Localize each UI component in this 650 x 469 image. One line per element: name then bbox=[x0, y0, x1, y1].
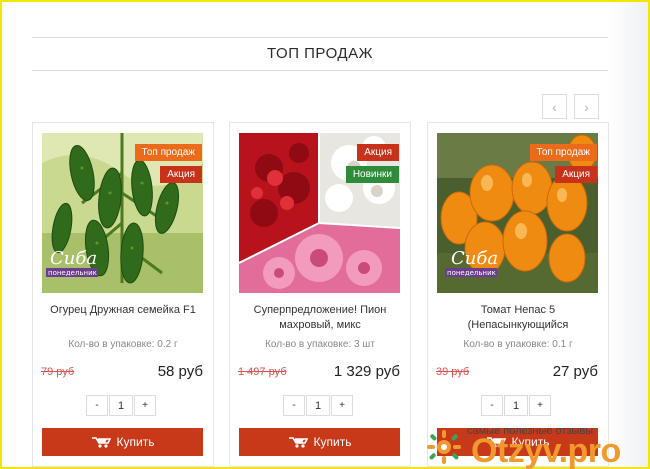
svg-text:Сиба: Сиба bbox=[50, 248, 97, 269]
carousel-next-button[interactable]: › bbox=[574, 94, 599, 119]
quantity-stepper: - 1 + bbox=[86, 395, 156, 416]
buy-button[interactable]: Купить bbox=[42, 428, 203, 456]
quantity-field[interactable]: 1 bbox=[504, 395, 528, 416]
quantity-stepper: - 1 + bbox=[283, 395, 353, 416]
wheelbarrow-icon bbox=[91, 437, 111, 448]
price: 1 329 руб bbox=[333, 363, 400, 380]
buy-label: Купить bbox=[116, 435, 155, 449]
wheelbarrow-icon bbox=[288, 437, 308, 448]
divider bbox=[32, 37, 608, 38]
carousel-prev-button[interactable]: ‹ bbox=[542, 94, 567, 119]
buy-label: Купить bbox=[313, 435, 352, 449]
increase-qty-button[interactable]: + bbox=[331, 395, 353, 416]
watermark: самые полезные отзывы Otzyv.pro bbox=[425, 422, 648, 469]
background-fade bbox=[608, 2, 648, 467]
sale-badge: Акция bbox=[555, 166, 597, 183]
old-price: 79 руб bbox=[41, 366, 75, 378]
buy-button[interactable]: Купить bbox=[239, 428, 400, 456]
pack-size: Кол-во в упаковке: 3 шт bbox=[265, 339, 375, 350]
top-sales-badge: Топ продаж bbox=[134, 144, 202, 161]
decrease-qty-button[interactable]: - bbox=[481, 395, 503, 416]
pack-size: Кол-во в упаковке: 0.2 г bbox=[68, 339, 178, 350]
quantity-field[interactable]: 1 bbox=[109, 395, 133, 416]
sale-badge: Акция bbox=[357, 144, 399, 161]
product-card[interactable]: Сиба понедельник Топ продаж Акция Томат … bbox=[427, 122, 609, 467]
product-name[interactable]: Огурец Дружная семейка F1 bbox=[39, 303, 207, 335]
product-card[interactable]: Акция Новинки Суперпредложение! Пион мах… bbox=[229, 122, 411, 467]
divider bbox=[32, 70, 608, 71]
sale-badge: Акция bbox=[160, 166, 202, 183]
price: 27 руб bbox=[552, 363, 598, 380]
svg-text:понедельник: понедельник bbox=[447, 269, 496, 277]
pack-size: Кол-во в упаковке: 0.1 г bbox=[463, 339, 573, 350]
page: ТОП ПРОДАЖ ‹ › Сиба понедельник Топ прод… bbox=[2, 2, 648, 469]
decrease-qty-button[interactable]: - bbox=[283, 395, 305, 416]
chevron-left-icon: ‹ bbox=[552, 98, 557, 115]
svg-text:Сиба: Сиба bbox=[451, 248, 498, 269]
price: 58 руб bbox=[157, 363, 203, 380]
quantity-field[interactable]: 1 bbox=[306, 395, 330, 416]
increase-qty-button[interactable]: + bbox=[134, 395, 156, 416]
old-price: 1 497 руб bbox=[238, 366, 287, 378]
watermark-name: Otzyv.pro bbox=[471, 432, 621, 469]
top-sales-badge: Топ продаж bbox=[529, 144, 597, 161]
section-title: ТОП ПРОДАЖ bbox=[267, 45, 373, 62]
product-name[interactable]: Суперпредложение! Пион махровый, микс bbox=[236, 303, 404, 335]
brand-logo: Сиба понедельник bbox=[445, 248, 498, 277]
increase-qty-button[interactable]: + bbox=[529, 395, 551, 416]
product-name[interactable]: Томат Непас 5 (Непасынкующийся bbox=[434, 303, 602, 335]
otzyv-logo-icon bbox=[427, 430, 461, 464]
old-price: 39 руб bbox=[436, 366, 470, 378]
product-card[interactable]: Сиба понедельник Топ продаж Акция Огурец… bbox=[32, 122, 214, 467]
brand-logo: Сиба понедельник bbox=[46, 248, 98, 277]
chevron-right-icon: › bbox=[584, 98, 589, 115]
new-badge: Новинки bbox=[345, 166, 399, 183]
decrease-qty-button[interactable]: - bbox=[86, 395, 108, 416]
quantity-stepper: - 1 + bbox=[481, 395, 551, 416]
svg-text:понедельник: понедельник bbox=[48, 269, 97, 277]
